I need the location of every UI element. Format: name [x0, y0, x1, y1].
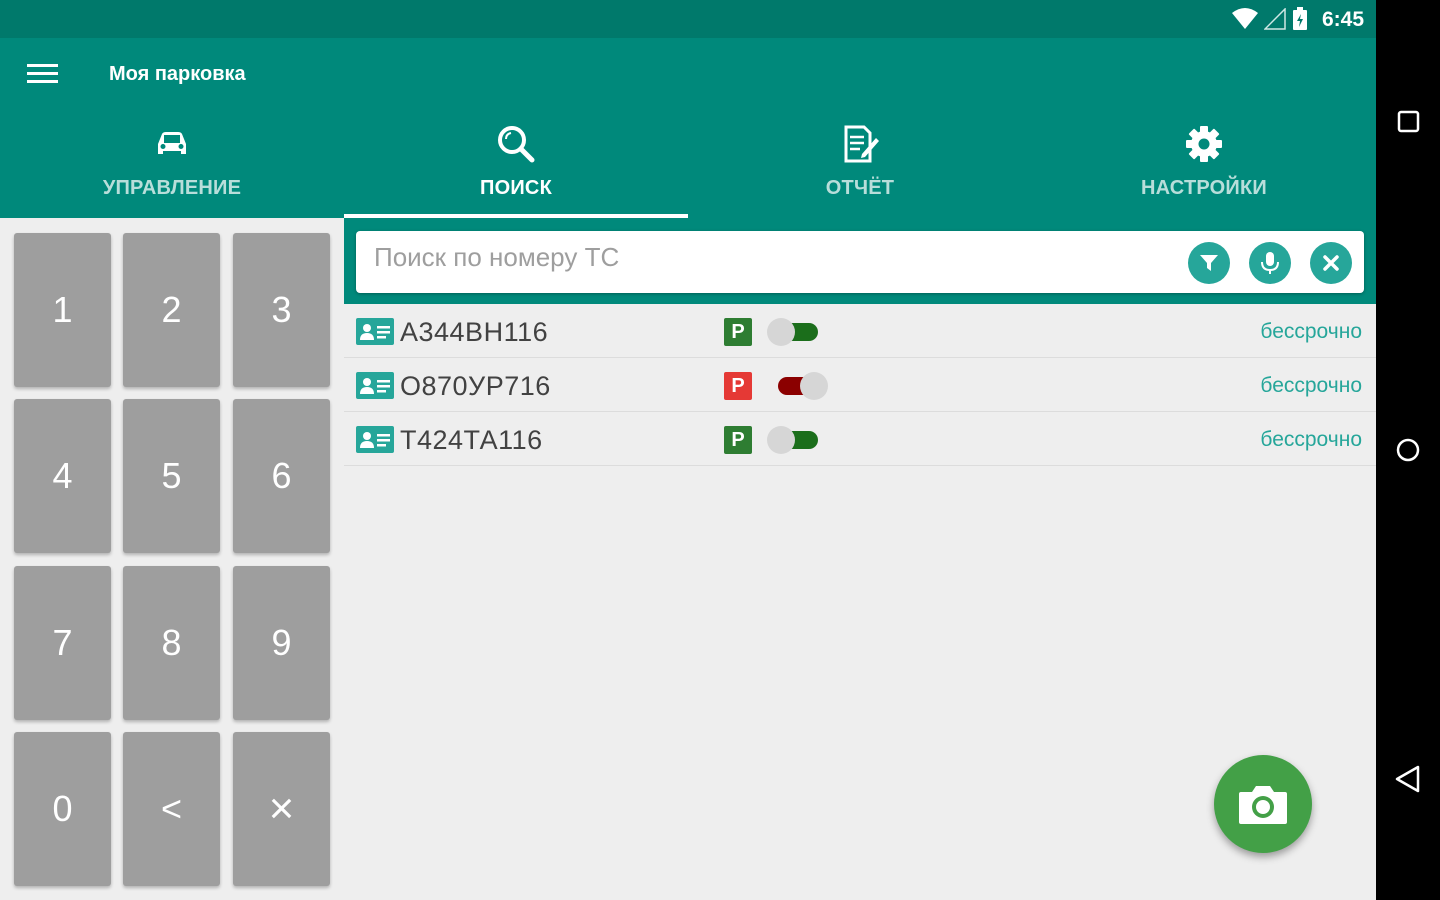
report-icon [844, 125, 879, 163]
list-item[interactable]: А344ВН116 P бессрочно [344, 304, 1376, 358]
expiry-label: бессрочно [1260, 320, 1362, 343]
tab-settings[interactable]: НАСТРОЙКИ [1032, 114, 1376, 218]
back-icon [1395, 765, 1420, 793]
tab-search[interactable]: ПОИСК [344, 114, 688, 218]
expiry-label: бессрочно [1260, 428, 1362, 451]
id-card-icon [356, 318, 394, 345]
tab-management[interactable]: УПРАВЛЕНИЕ [0, 114, 344, 218]
key-clear[interactable]: × [233, 732, 330, 886]
plate-number: О870УР716 [400, 371, 551, 401]
status-bar: 6:45 [0, 0, 1376, 38]
id-card-icon [356, 426, 394, 453]
app-bar: Моя парковка УПРАВЛЕНИЕ ПОИСК ОТЧЁТ НАСТ… [0, 38, 1376, 218]
parking-badge: P [724, 318, 752, 346]
back-button[interactable] [1388, 759, 1428, 799]
key-5[interactable]: 5 [123, 399, 220, 553]
camera-button[interactable] [1214, 755, 1312, 853]
home-button[interactable] [1388, 430, 1428, 470]
system-nav-bar [1376, 0, 1440, 900]
expiry-label: бессрочно [1260, 374, 1362, 397]
toggle-switch[interactable] [766, 370, 830, 402]
numeric-keypad: 1 2 3 4 5 6 7 8 9 0 < × [0, 218, 344, 900]
camera-icon [1239, 786, 1287, 824]
clear-icon [1323, 255, 1339, 271]
recents-icon [1397, 110, 1420, 133]
plate-number: А344ВН116 [400, 317, 549, 347]
toggle-switch[interactable] [766, 316, 830, 348]
filter-button[interactable] [1188, 242, 1230, 284]
toggle-switch[interactable] [766, 424, 830, 456]
tab-label: ПОИСК [480, 177, 552, 199]
app-title: Моя парковка [109, 63, 246, 85]
menu-button[interactable] [22, 58, 62, 90]
signal-icon [1264, 8, 1286, 30]
wifi-icon [1232, 8, 1258, 29]
status-time: 6:45 [1321, 8, 1364, 31]
key-4[interactable]: 4 [14, 399, 111, 553]
key-backspace[interactable]: < [123, 732, 220, 886]
key-0[interactable]: 0 [14, 732, 111, 886]
key-2[interactable]: 2 [123, 233, 220, 387]
gear-icon [1186, 126, 1222, 162]
plate-number: Т424ТА116 [400, 425, 543, 455]
tab-label: ОТЧЁТ [825, 177, 895, 199]
battery-icon [1293, 7, 1307, 30]
filter-icon [1200, 255, 1218, 271]
voice-search-button[interactable] [1249, 242, 1291, 284]
app-screen: 6:45 Моя парковка УПРАВЛЕНИЕ ПОИСК ОТЧЁТ… [0, 0, 1376, 900]
parking-badge: P [724, 426, 752, 454]
tab-label: НАСТРОЙКИ [1141, 177, 1267, 199]
search-input[interactable] [374, 239, 1154, 275]
tab-report[interactable]: ОТЧЁТ [688, 114, 1032, 218]
status-icons [1232, 6, 1308, 32]
results-list: А344ВН116 P бессрочно О870УР716 P бессро… [344, 304, 1376, 466]
hamburger-icon [27, 64, 58, 83]
id-card-icon [356, 372, 394, 399]
parking-badge: P [724, 372, 752, 400]
car-icon [158, 132, 186, 154]
home-icon [1396, 438, 1420, 462]
key-8[interactable]: 8 [123, 566, 220, 720]
tab-bar: УПРАВЛЕНИЕ ПОИСК ОТЧЁТ НАСТРОЙКИ [0, 114, 1376, 218]
clear-search-button[interactable] [1310, 242, 1352, 284]
key-7[interactable]: 7 [14, 566, 111, 720]
search-box [356, 231, 1364, 293]
key-1[interactable]: 1 [14, 233, 111, 387]
search-area [344, 218, 1376, 304]
key-3[interactable]: 3 [233, 233, 330, 387]
tab-label: УПРАВЛЕНИЕ [102, 177, 242, 199]
list-item[interactable]: Т424ТА116 P бессрочно [344, 412, 1376, 466]
key-9[interactable]: 9 [233, 566, 330, 720]
key-6[interactable]: 6 [233, 399, 330, 553]
list-item[interactable]: О870УР716 P бессрочно [344, 358, 1376, 412]
microphone-icon [1261, 252, 1279, 274]
recents-button[interactable] [1388, 101, 1428, 141]
search-icon [498, 126, 535, 163]
